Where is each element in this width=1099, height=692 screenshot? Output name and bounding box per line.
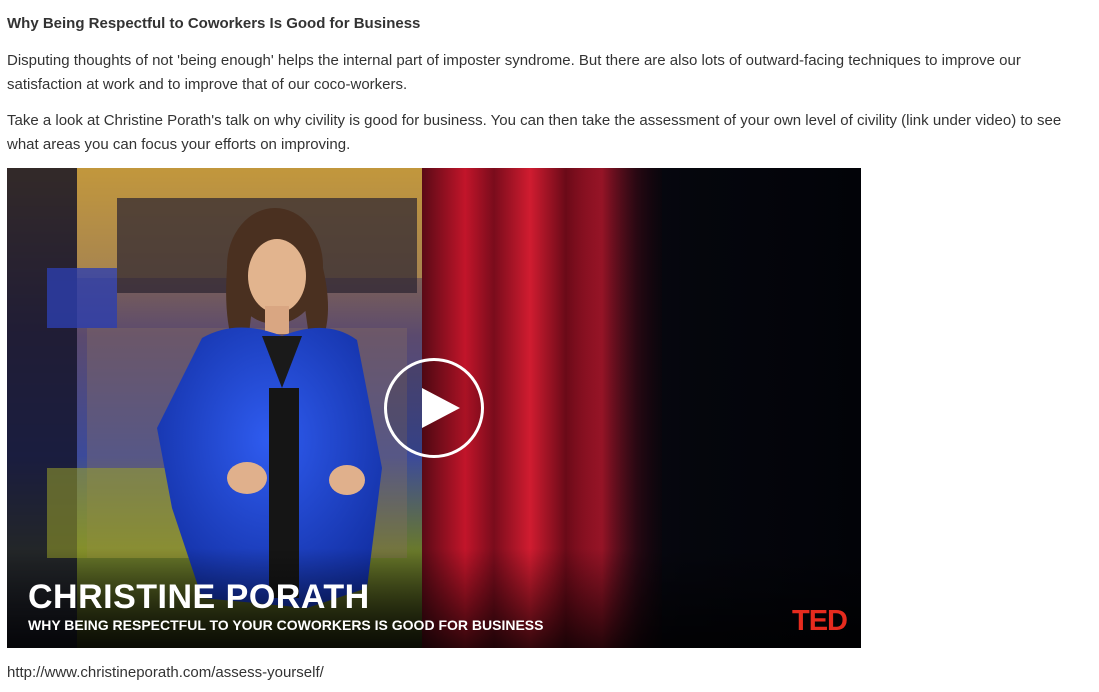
video-player[interactable]: CHRISTINE PORATH WHY BEING RESPECTFUL TO…: [7, 168, 861, 648]
article-heading: Why Being Respectful to Coworkers Is Goo…: [7, 15, 421, 32]
assessment-link[interactable]: http://www.christineporath.com/assess-yo…: [7, 661, 324, 685]
ted-logo: TED: [792, 605, 848, 637]
speaker-name: CHRISTINE PORATH: [28, 578, 370, 616]
play-icon: [422, 388, 460, 428]
article-paragraph: Take a look at Christine Porath's talk o…: [7, 112, 1062, 153]
play-button[interactable]: [384, 358, 484, 458]
article-paragraph: Disputing thoughts of not 'being enough'…: [7, 52, 1021, 93]
talk-title: WHY BEING RESPECTFUL TO YOUR COWORKERS I…: [28, 617, 544, 633]
